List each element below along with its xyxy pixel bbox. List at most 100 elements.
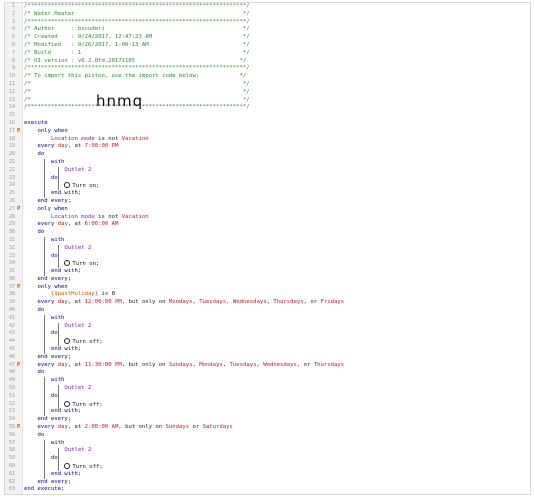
code-line[interactable]: 28 Location mode is not Vacation <box>5 214 530 222</box>
code-line[interactable]: 37 P only when <box>5 284 530 292</box>
code-line[interactable]: 6 /* Modified : 9/26/2017, 1:06:13 AM */ <box>5 42 530 50</box>
code-line[interactable]: 44 Turn off; <box>5 338 530 346</box>
code-token: end every; <box>37 197 72 204</box>
code-line[interactable]: 12/* */ <box>5 89 530 97</box>
line-number: 37 <box>8 283 15 290</box>
code-line[interactable]: 18 Location mode is not Vacation <box>5 136 530 144</box>
code-line[interactable]: 25 end with; <box>5 190 530 198</box>
code-line[interactable]: 59 do <box>5 455 530 463</box>
code-token: , or <box>303 299 321 306</box>
code-line[interactable]: 56 do <box>5 432 530 440</box>
code-line[interactable]: 10 /* To import this piston, use the impo… <box>5 73 530 81</box>
code-line[interactable]: 33 do <box>5 253 530 261</box>
code-line[interactable]: 40 do <box>5 307 530 315</box>
code-token: /***************************************… <box>24 3 250 9</box>
code-token: end every; <box>37 416 72 423</box>
code-line[interactable]: 3 /**************************************… <box>5 19 530 27</box>
code-text: do <box>24 175 58 183</box>
code-line[interactable]: 29 every day, at 6:00:00 AM <box>5 221 530 229</box>
code-line[interactable]: 49 with <box>5 377 530 385</box>
code-line[interactable]: 52 Turn off; <box>5 400 530 409</box>
line-number: 45 <box>8 346 15 353</box>
code-line[interactable]: 48 do <box>5 369 530 377</box>
code-line[interactable]: 30 do <box>5 229 530 237</box>
code-line[interactable]: 21 with <box>5 159 530 167</box>
code-line[interactable]: 54 end every; <box>5 416 530 424</box>
code-line[interactable]: 14/*************************************… <box>5 104 530 112</box>
code-line[interactable]: 11 /* */ <box>5 81 530 89</box>
code-line[interactable]: 4 /* Author : bscuderi */ <box>5 26 530 34</box>
code-text: every day, at 12:00:00 PM, but only on M… <box>24 299 344 307</box>
code-line[interactable]: 32 Outlet 2 <box>5 245 530 253</box>
code-line[interactable]: 31 with <box>5 237 530 245</box>
code-token: with <box>50 158 65 165</box>
code-token: day <box>57 361 68 368</box>
code-line[interactable]: 23 do <box>5 175 530 183</box>
code-text: {$pastHoliday} is 0 <box>24 291 115 299</box>
line-number: 21 <box>8 158 15 165</box>
line-number: 10 <box>8 73 15 80</box>
code-line[interactable]: 34 Turn on; <box>5 260 530 268</box>
code-line[interactable]: 24 Turn on; <box>5 182 530 190</box>
code-line[interactable]: 61 end with; <box>5 471 530 479</box>
code-line[interactable]: 51 do <box>5 393 530 401</box>
code-token: Mondays <box>168 299 193 306</box>
code-line[interactable]: 45 end with; <box>5 346 530 354</box>
code-line[interactable]: 41 with <box>5 315 530 323</box>
code-line[interactable]: 62 end every; <box>5 479 530 487</box>
code-line[interactable]: 15 <box>5 112 530 120</box>
code-line[interactable]: 36 end every; <box>5 276 530 284</box>
code-line[interactable]: 38 {$pastHoliday} is 0 <box>5 291 530 299</box>
code-line[interactable]: 9 /**************************************… <box>5 65 530 73</box>
code-text: do <box>24 369 44 377</box>
code-token: only when <box>37 205 68 212</box>
code-line[interactable]: 50 Outlet 2 <box>5 385 530 393</box>
code-line[interactable]: 60 Turn off; <box>5 463 530 471</box>
code-line[interactable]: 20 do <box>5 151 530 159</box>
code-line[interactable]: 5 /* Created : 9/24/2017, 12:47:23 AM */ <box>5 34 530 42</box>
code-token: /* Water Heater */ <box>24 10 250 17</box>
code-line[interactable]: 7 /* Build : 1 */ <box>5 50 530 58</box>
code-line[interactable]: 35 end with; <box>5 268 530 276</box>
code-line[interactable]: 55 P every day, at 2:00:00 AM, but only o… <box>5 424 530 432</box>
code-token: do <box>50 174 58 181</box>
code-line[interactable]: 63 end execute; <box>5 486 530 494</box>
code-line[interactable]: 43 do <box>5 330 530 338</box>
code-line[interactable]: 58 Outlet 2 <box>5 447 530 455</box>
code-line[interactable]: 27 P only when <box>5 206 530 214</box>
code-token: Wednesdays <box>232 299 267 306</box>
code-token: every <box>37 221 58 228</box>
code-token: Outlet 2 <box>64 447 92 454</box>
code-line[interactable]: 47 P every day, at 11:30:00 PM, but only … <box>5 362 530 370</box>
code-line[interactable]: 16 execute <box>5 120 530 128</box>
code-line[interactable]: 42 Outlet 2 <box>5 323 530 331</box>
code-line[interactable]: 17 P only when <box>5 128 530 136</box>
code-text: /***************************************… <box>24 65 250 73</box>
code-token: Saturdays <box>202 424 233 431</box>
line-number: 54 <box>8 416 15 423</box>
code-line[interactable]: 57 with <box>5 440 530 448</box>
code-text: end every; <box>24 198 71 206</box>
code-token: /* UI version : v0.2.0fd.20171105 */ <box>24 57 247 64</box>
code-line[interactable]: 39 every day, at 12:00:00 PM, but only o… <box>5 299 530 307</box>
code-line[interactable]: 8 /* UI version : v0.2.0fd.20171105 */ <box>5 58 530 66</box>
code-line[interactable]: 1 /**************************************… <box>5 3 530 11</box>
code-line[interactable]: 22 Outlet 2 <box>5 167 530 175</box>
line-number: 36 <box>8 275 15 282</box>
code-line[interactable]: 13/* */ <box>5 97 530 105</box>
code-line[interactable]: 53 end with; <box>5 408 530 416</box>
code-line[interactable]: 19 every day, at 7:00:00 PM <box>5 143 530 151</box>
line-number: 48 <box>8 369 15 376</box>
code-line[interactable]: 26 end every; <box>5 198 530 206</box>
code-token: Tuesdays <box>199 299 227 306</box>
indent-guide <box>44 315 46 354</box>
code-line[interactable]: 2 /* Water Heater */ <box>5 11 530 19</box>
indent-guide <box>57 447 59 471</box>
code-line[interactable]: 46 end every; <box>5 354 530 362</box>
